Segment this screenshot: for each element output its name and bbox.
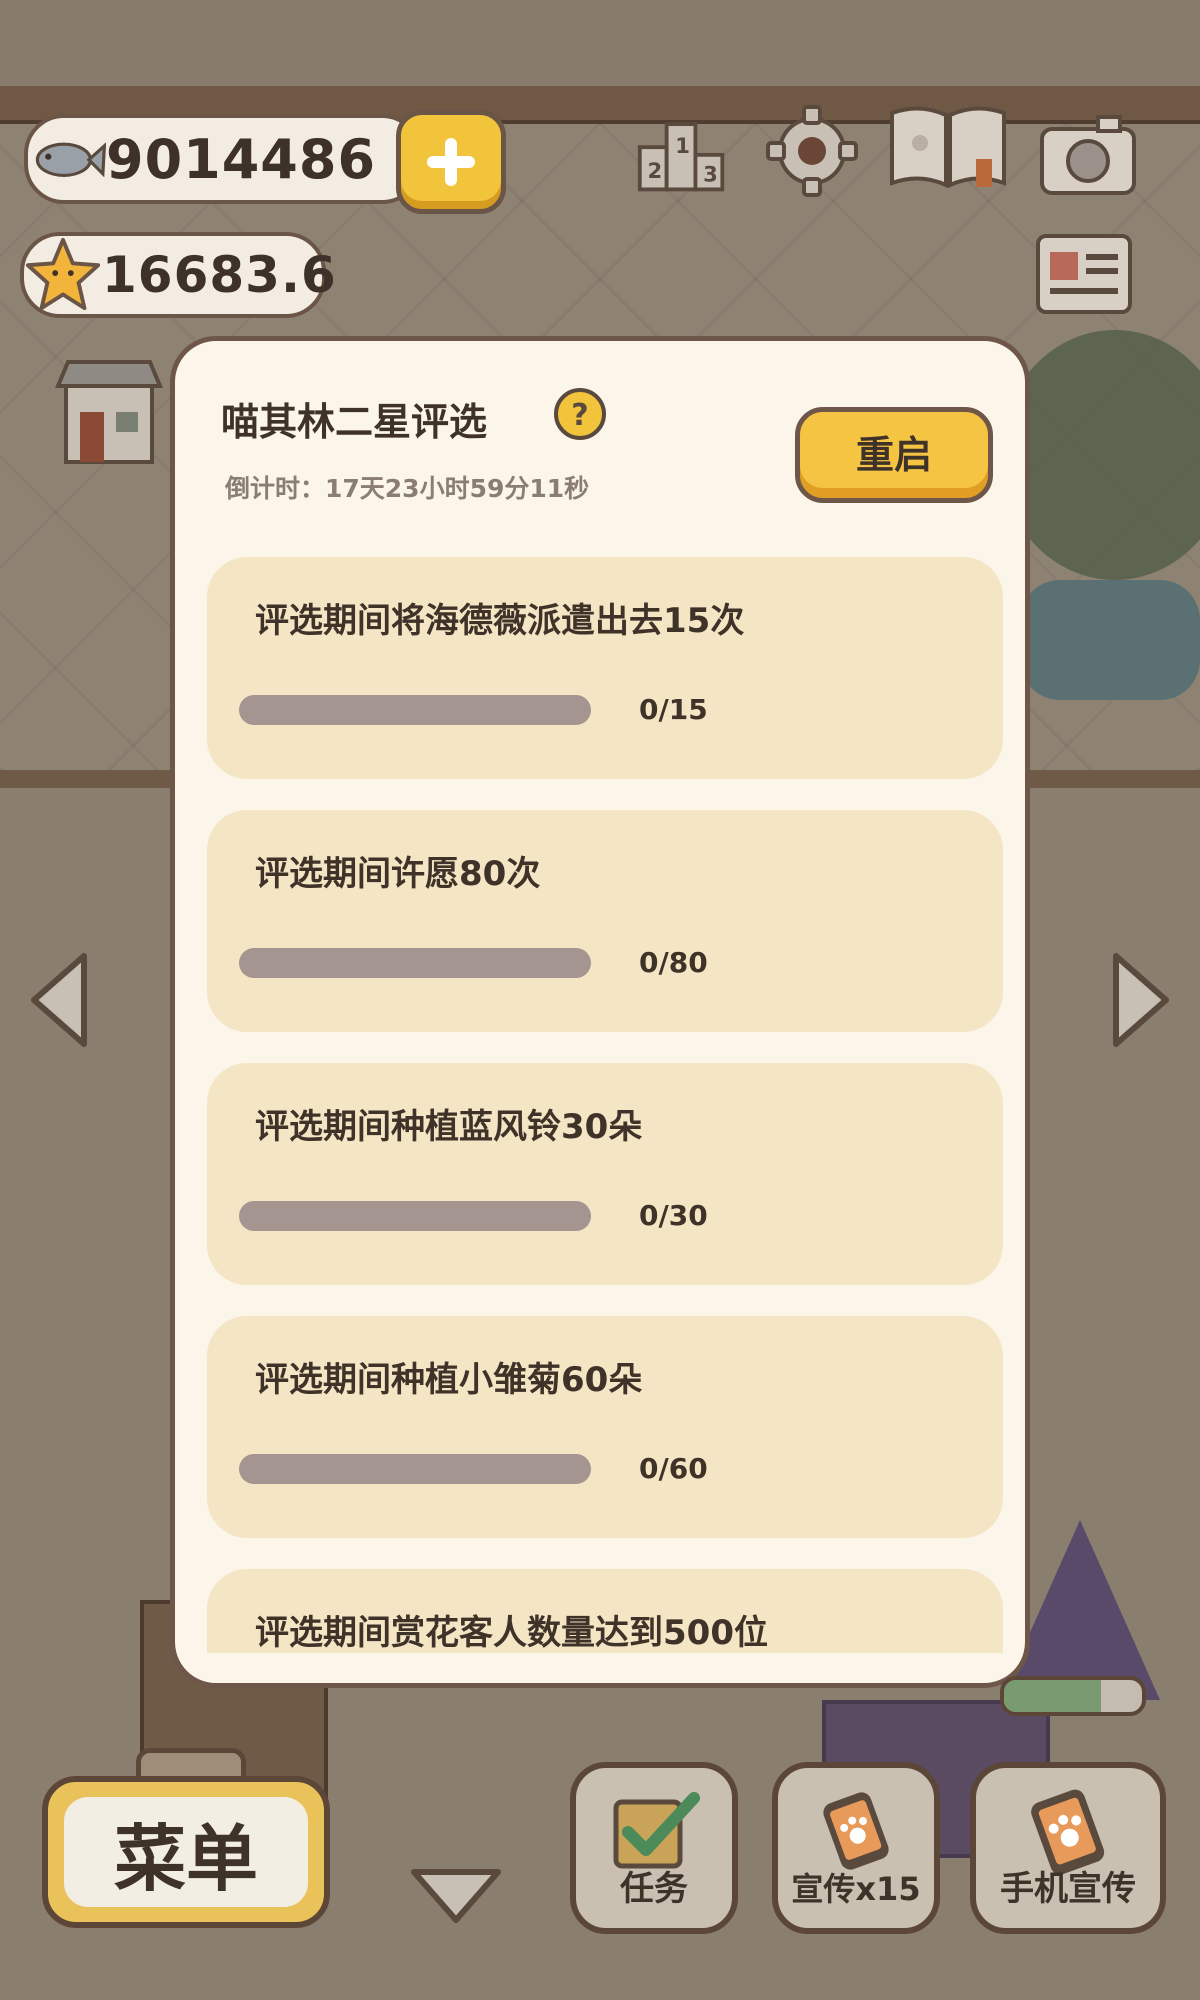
stamina-fill [1004, 1680, 1101, 1712]
task-progress-bar [239, 695, 591, 725]
promote-button-label: 宣传x15 [791, 1870, 921, 1908]
star-currency: 16683.6 [20, 232, 336, 318]
task-description: 评选期间种植小雏菊60朵 [255, 1360, 643, 1400]
task-card: 评选期间种植小雏菊60朵 0/60 [207, 1316, 1003, 1538]
profile-card-icon[interactable] [1030, 226, 1138, 322]
task-progress-count: 0/80 [639, 946, 708, 979]
task-progress-bar [239, 948, 591, 978]
task-progress-count: 0/15 [639, 693, 708, 726]
task-description: 评选期间种植蓝风铃30朵 [255, 1107, 643, 1147]
help-icon[interactable]: ? [553, 387, 607, 441]
decor-pond [1020, 580, 1200, 700]
promote-button[interactable]: 宣传x15 [772, 1762, 940, 1934]
task-progress-bar [239, 1454, 591, 1484]
fish-value: 9014486 [106, 127, 377, 191]
next-arrow-icon[interactable] [1104, 948, 1176, 1052]
shop-icon[interactable] [52, 356, 166, 468]
tasks-button-label: 任务 [620, 1869, 688, 1909]
task-card: 评选期间种植蓝风铃30朵 0/30 [207, 1063, 1003, 1285]
fish-icon [28, 120, 106, 198]
task-description: 评选期间将海德薇派遣出去15次 [255, 601, 745, 641]
menu-button-label: 菜单 [64, 1797, 308, 1907]
svg-text:3: 3 [703, 162, 718, 187]
gear-icon[interactable] [764, 105, 860, 197]
dialog-title: 喵其林二星评选 [221, 400, 488, 444]
task-description: 评选期间赏花客人数量达到500位 [255, 1613, 768, 1653]
phone-promote-button[interactable]: 手机宣传 [970, 1762, 1166, 1934]
svg-text:2: 2 [647, 158, 662, 183]
tasks-button[interactable]: 任务 [570, 1762, 738, 1934]
task-card: 评选期间将海德薇派遣出去15次 0/15 [207, 557, 1003, 779]
add-currency-button[interactable] [396, 110, 506, 214]
prev-arrow-icon[interactable] [24, 948, 96, 1052]
task-list[interactable]: 评选期间将海德薇派遣出去15次 0/15 评选期间许愿80次 0/80 评选期间… [207, 557, 1003, 1653]
collapse-arrow-icon[interactable] [406, 1862, 506, 1928]
task-progress-count: 0/60 [639, 1452, 708, 1485]
camera-icon[interactable] [1036, 110, 1140, 200]
task-card: 评选期间许愿80次 0/80 [207, 810, 1003, 1032]
task-progress-count: 0/30 [639, 1199, 708, 1232]
michelin-rating-dialog: 喵其林二星评选 ? 倒计时：17天23小时59分11秒 重启 评选期间将海德薇派… [170, 336, 1030, 1688]
ranking-icon[interactable]: 2 1 3 [634, 106, 730, 196]
svg-text:1: 1 [675, 133, 690, 158]
fish-currency: 9014486 [24, 114, 422, 204]
countdown-timer: 倒计时：17天23小时59分11秒 [225, 474, 590, 503]
stamina-bar [1000, 1676, 1146, 1716]
book-icon[interactable] [884, 104, 1012, 194]
menu-button[interactable]: 菜单 [42, 1776, 330, 1928]
phone-promote-button-label: 手机宣传 [1000, 1869, 1136, 1909]
plus-icon [427, 138, 475, 186]
restart-button[interactable]: 重启 [795, 407, 993, 503]
star-value: 16683.6 [102, 246, 337, 304]
task-progress-bar [239, 1201, 591, 1231]
star-icon [24, 236, 102, 314]
svg-text:?: ? [571, 398, 588, 433]
task-card: 评选期间赏花客人数量达到500位 [207, 1569, 1003, 1653]
task-description: 评选期间许愿80次 [255, 854, 541, 894]
